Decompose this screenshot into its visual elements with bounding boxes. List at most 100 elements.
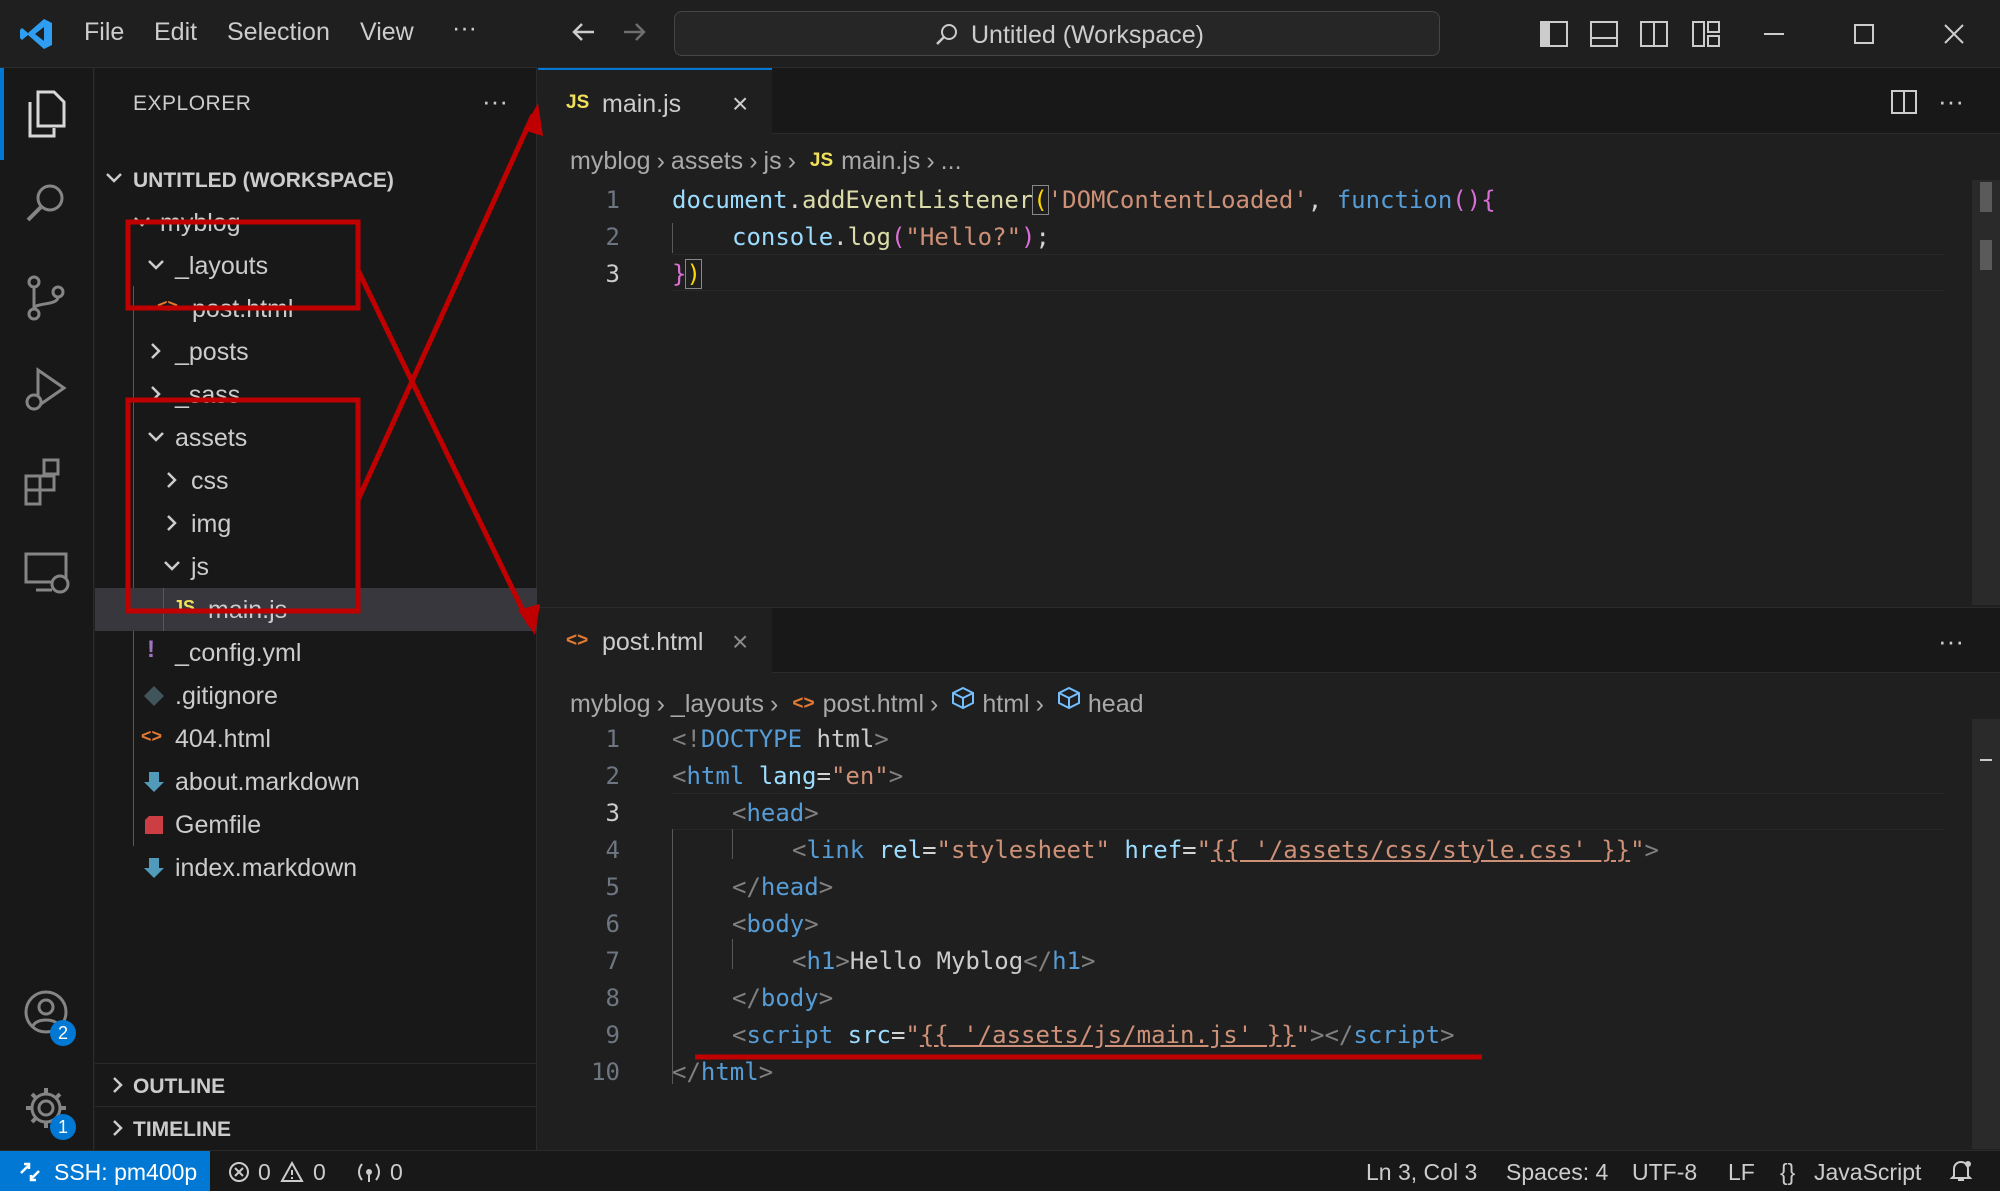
breadcrumb-item[interactable]: myblog bbox=[570, 147, 651, 176]
tree-item-img[interactable]: img bbox=[95, 502, 537, 545]
search-label: Untitled (Workspace) bbox=[971, 21, 1204, 49]
toggle-secondary-sidebar-icon[interactable] bbox=[1638, 18, 1670, 50]
tree-item-gemfile[interactable]: Gemfile bbox=[95, 803, 537, 846]
breadcrumb-item[interactable]: js bbox=[764, 147, 782, 176]
ports-count[interactable]: 0 bbox=[390, 1159, 403, 1186]
main-js-editor[interactable]: 1 document.addEventListener('DOMContentL… bbox=[538, 180, 2000, 605]
end-of-line[interactable]: LF bbox=[1728, 1159, 1755, 1186]
tree-item-sass[interactable]: _sass bbox=[95, 373, 537, 416]
back-arrow-icon[interactable] bbox=[566, 14, 602, 50]
breadcrumb-item[interactable]: myblog bbox=[570, 690, 651, 719]
command-center-search[interactable]: Untitled (Workspace) bbox=[674, 11, 1440, 56]
notifications-bell-icon[interactable] bbox=[1948, 1158, 1974, 1184]
chevron-right-icon bbox=[151, 343, 161, 359]
tree-item-posts[interactable]: _posts bbox=[95, 330, 537, 373]
code-text: <script src="{{ '/assets/js/main.js' }}"… bbox=[732, 1021, 1455, 1049]
code-text: <head> bbox=[732, 799, 819, 827]
remote-icon bbox=[20, 1162, 40, 1182]
close-window-icon[interactable] bbox=[1938, 18, 1970, 50]
customize-layout-icon[interactable] bbox=[1690, 18, 1722, 50]
accounts-activity[interactable]: 2 bbox=[0, 968, 94, 1048]
tree-item-css[interactable]: css bbox=[95, 459, 537, 502]
split-editor-icon[interactable] bbox=[1890, 88, 1918, 116]
html-file-icon: <> bbox=[141, 726, 163, 746]
editor-more-actions[interactable]: ··· bbox=[1938, 626, 1964, 657]
error-icon[interactable] bbox=[228, 1161, 250, 1183]
chevron-right-icon: › bbox=[1035, 689, 1044, 718]
warning-count[interactable]: 0 bbox=[313, 1159, 326, 1186]
menu-view[interactable]: View bbox=[360, 18, 414, 47]
tree-item-js[interactable]: js bbox=[95, 545, 537, 588]
extensions-activity[interactable] bbox=[0, 436, 94, 516]
timeline-label: TIMELINE bbox=[133, 1118, 231, 1141]
menu-selection[interactable]: Selection bbox=[227, 18, 330, 47]
breadcrumb-item[interactable]: post.html bbox=[823, 690, 924, 719]
source-control-activity[interactable] bbox=[0, 252, 94, 332]
tab-close-button[interactable]: × bbox=[732, 88, 748, 120]
explorer-activity[interactable] bbox=[0, 68, 94, 160]
code-line: 7 <h1>Hello Myblog</h1> bbox=[538, 941, 2000, 978]
breadcrumb-item[interactable]: _layouts bbox=[671, 690, 764, 719]
bottom-editor-scrollbar[interactable] bbox=[1972, 719, 2000, 1149]
tree-item-myblog[interactable]: myblog bbox=[95, 201, 537, 244]
tree-item-404-html[interactable]: <> 404.html bbox=[95, 717, 537, 760]
toggle-panel-icon[interactable] bbox=[1588, 18, 1620, 50]
tree-item-about-markdown[interactable]: about.markdown bbox=[95, 760, 537, 803]
tree-item-post-html[interactable]: <> post.html bbox=[95, 287, 537, 330]
remote-label: SSH: pm400p bbox=[54, 1159, 198, 1185]
language-mode[interactable]: JavaScript bbox=[1814, 1159, 1921, 1186]
tree-item-label: _sass bbox=[175, 381, 241, 409]
remote-indicator[interactable]: SSH: pm400p bbox=[0, 1151, 210, 1191]
braces-icon: {} bbox=[1780, 1159, 1796, 1185]
cursor-position[interactable]: Ln 3, Col 3 bbox=[1366, 1159, 1477, 1186]
chevron-down-icon bbox=[148, 260, 164, 270]
forward-arrow-icon[interactable] bbox=[616, 14, 652, 50]
breadcrumb-item[interactable]: assets bbox=[671, 147, 743, 176]
tree-item-label: assets bbox=[175, 424, 248, 452]
chevron-down-icon bbox=[148, 432, 164, 442]
warning-icon[interactable] bbox=[280, 1160, 304, 1184]
tree-item-layouts[interactable]: _layouts bbox=[95, 244, 537, 287]
tree-item-index-markdown[interactable]: index.markdown bbox=[95, 846, 537, 889]
maximize-icon[interactable] bbox=[1848, 18, 1880, 50]
search-activity[interactable] bbox=[0, 160, 94, 240]
breadcrumb-item[interactable]: head bbox=[1088, 690, 1144, 719]
toggle-primary-sidebar-icon[interactable] bbox=[1538, 18, 1570, 50]
indentation[interactable]: Spaces: 4 bbox=[1506, 1159, 1608, 1186]
tree-item-main-js[interactable]: JS main.js bbox=[95, 588, 537, 631]
encoding[interactable]: UTF-8 bbox=[1632, 1159, 1697, 1186]
menu-more[interactable]: ··· bbox=[452, 14, 477, 43]
tree-item-gitignore[interactable]: .gitignore bbox=[95, 674, 537, 717]
breadcrumb-item[interactable]: html bbox=[982, 690, 1029, 719]
explorer-more-actions[interactable]: ··· bbox=[482, 86, 508, 117]
tab-post-html[interactable]: <> post.html × bbox=[538, 608, 772, 674]
manage-activity[interactable]: 1 bbox=[0, 1064, 94, 1144]
breadcrumb-item[interactable]: ... bbox=[941, 147, 962, 176]
top-editor-scrollbar[interactable] bbox=[1972, 180, 2000, 605]
minimize-icon[interactable] bbox=[1758, 18, 1790, 50]
bottom-breadcrumb: myblog › _layouts › <> post.html › html › head bbox=[570, 685, 1144, 719]
tree-item-config-yml[interactable]: ! _config.yml bbox=[95, 631, 537, 674]
chevron-right-icon bbox=[167, 515, 177, 531]
ports-icon[interactable] bbox=[356, 1160, 382, 1184]
run-debug-activity[interactable] bbox=[0, 344, 94, 424]
outline-section[interactable]: OUTLINE bbox=[95, 1063, 537, 1106]
code-line: 9 <script src="{{ '/assets/js/main.js' }… bbox=[538, 1015, 2000, 1052]
chevron-right-icon: › bbox=[770, 689, 779, 718]
post-html-editor[interactable]: 1 <!DOCTYPE html> 2 <html lang="en"> 3 <… bbox=[538, 719, 2000, 1149]
menu-edit[interactable]: Edit bbox=[154, 18, 197, 47]
editor-more-actions[interactable]: ··· bbox=[1938, 86, 1964, 117]
timeline-section[interactable]: TIMELINE bbox=[95, 1106, 537, 1149]
error-count[interactable]: 0 bbox=[258, 1159, 271, 1186]
tab-main-js[interactable]: JS main.js × bbox=[538, 68, 772, 134]
code-line: 1 <!DOCTYPE html> bbox=[538, 719, 2000, 756]
tab-close-button[interactable]: × bbox=[732, 626, 748, 658]
tree-item-assets[interactable]: assets bbox=[95, 416, 537, 459]
breadcrumb-item[interactable]: main.js bbox=[841, 147, 920, 176]
extensions-icon bbox=[24, 458, 60, 506]
menu-file[interactable]: File bbox=[84, 18, 124, 47]
outline-label: OUTLINE bbox=[133, 1075, 226, 1098]
code-text: <html lang="en"> bbox=[672, 762, 904, 790]
workspace-header[interactable]: UNTITLED (WORKSPACE) bbox=[95, 157, 537, 200]
remote-explorer-activity[interactable] bbox=[0, 528, 94, 608]
